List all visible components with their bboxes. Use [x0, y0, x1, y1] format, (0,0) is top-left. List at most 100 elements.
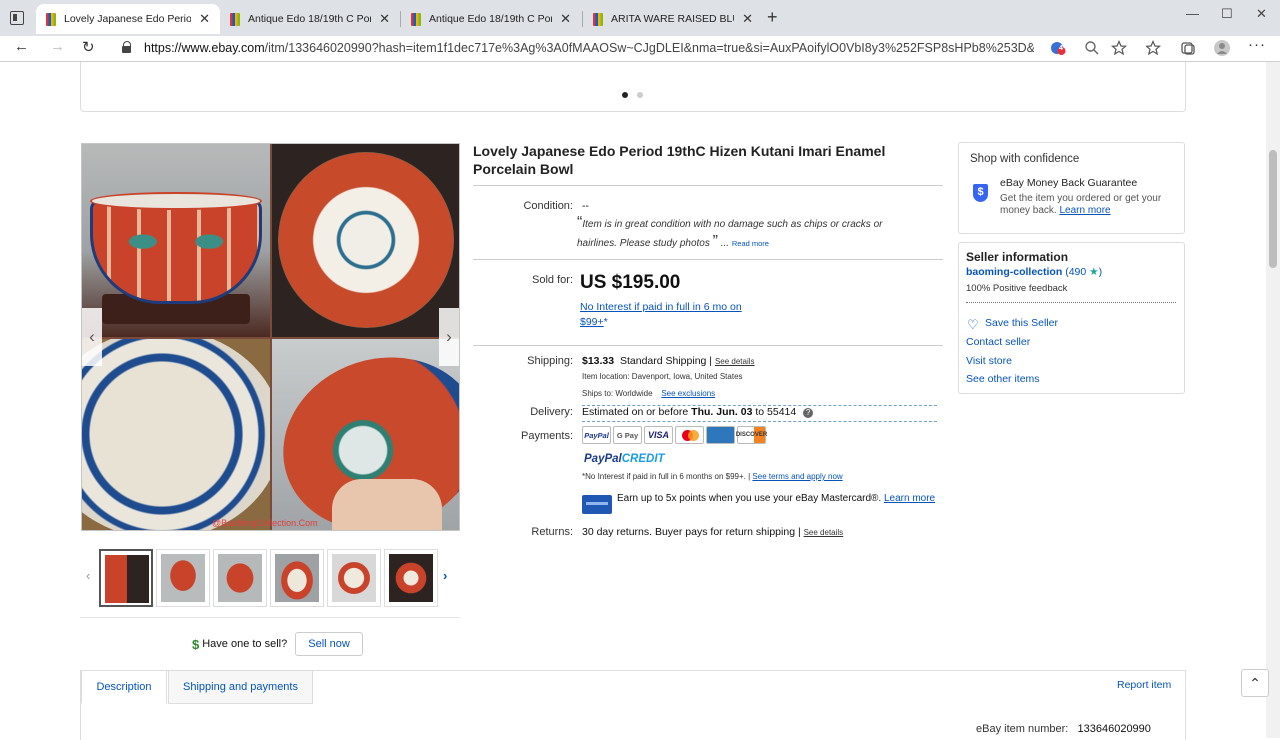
condition-note: “Item is in great condition with no dama… [577, 214, 883, 250]
tab-3[interactable]: Antique Edo 18/19th C Porcelain ✕ [401, 4, 581, 34]
thumb-prev-icon[interactable]: ‹ [86, 568, 90, 583]
returns-text: 30 day returns. Buyer pays for return sh… [582, 526, 796, 538]
delivery-label: Delivery: [530, 406, 573, 418]
mastercard-row: Earn up to 5x points when you use your e… [617, 492, 937, 506]
extension-icon[interactable]: 4 [1050, 40, 1066, 56]
no-interest-row: No Interest if paid in full in 6 mo on $… [580, 300, 770, 330]
visit-store-link[interactable]: Visit store [966, 355, 1012, 367]
address-bar-row: ← → ↻ https://www.ebay.com/itm/133646020… [0, 36, 1280, 62]
shipping-label: Shipping: [527, 355, 573, 367]
extension-badge: 4 [1059, 45, 1063, 52]
sold-for-label: Sold for: [532, 274, 573, 286]
bowl-rim [90, 192, 262, 210]
favorite-star-icon[interactable] [1110, 40, 1128, 56]
shield-icon: $ [973, 184, 988, 202]
payments-label: Payments: [521, 430, 573, 442]
contact-seller-link[interactable]: Contact seller [966, 336, 1030, 348]
learn-more-link[interactable]: Learn more [884, 493, 935, 504]
thumbnail[interactable] [156, 549, 210, 607]
delivery-date: Thu. Jun. 03 [691, 406, 753, 418]
report-item-link[interactable]: Report item [1117, 679, 1171, 691]
ebay-mastercard-icon [582, 495, 612, 514]
url-field[interactable]: https://www.ebay.com/itm/133646020990?ha… [144, 41, 1034, 55]
maximize-icon[interactable]: ☐ [1221, 6, 1233, 22]
see-exclusions-link[interactable]: See exclusions [661, 389, 715, 398]
sell-prompt: Have one to sell? [202, 638, 288, 650]
photo-bowl-foot [82, 339, 270, 530]
main-image[interactable]: @BaoMingCollection.Com [81, 143, 460, 531]
new-tab-icon[interactable]: + [767, 7, 778, 28]
guarantee-text-row: Get the item you ordered or get your mon… [1000, 193, 1180, 217]
save-seller-link[interactable]: Save this Seller [985, 317, 1058, 329]
thumbnail[interactable] [327, 549, 381, 607]
ebay-favicon-icon [46, 12, 56, 26]
carousel-container [80, 62, 1186, 112]
thumbnail-image [332, 554, 376, 602]
url-path: /itm/133646020990?hash=item1f1dec717e%3A… [264, 41, 1034, 55]
ebay-favicon-icon [230, 12, 240, 26]
tab-2[interactable]: Antique Edo 18/19th C Porcelain ✕ [220, 4, 400, 34]
collections-icon[interactable] [1180, 40, 1196, 56]
tab-shipping-payments[interactable]: Shipping and payments [168, 670, 313, 704]
paypal-credit-logo: PayPalCREDIT [584, 453, 665, 465]
minimize-icon[interactable]: — [1186, 6, 1199, 21]
sell-now-button[interactable]: Sell now [295, 632, 363, 656]
carousel-dot[interactable] [637, 92, 643, 98]
forward-icon[interactable]: → [50, 38, 65, 55]
condition-value: -- [582, 200, 589, 212]
thumbnail[interactable] [384, 549, 438, 607]
photo-bowl-interior [272, 144, 459, 337]
close-tab-icon[interactable]: ✕ [742, 11, 753, 27]
seller-name-row: baoming-collection (490 ★) [966, 266, 1103, 278]
refresh-icon[interactable]: ↻ [82, 38, 95, 56]
info-icon[interactable]: ? [803, 408, 814, 418]
favorites-icon[interactable] [1144, 40, 1162, 56]
thumbnail[interactable] [99, 549, 153, 607]
scrollbar-thumb[interactable] [1269, 150, 1277, 268]
visa-icon: VISA [644, 426, 673, 444]
carousel-dot-active[interactable] [622, 92, 628, 98]
shipping-see-details-link[interactable]: See details [715, 357, 755, 366]
item-location: Item location: Davenport, Iowa, United S… [582, 372, 743, 381]
paypal-credit-a: PayPal [584, 453, 622, 465]
close-tab-icon[interactable]: ✕ [199, 11, 210, 27]
tab-description[interactable]: Description [81, 670, 167, 704]
tab-1[interactable]: Lovely Japanese Edo Period 19th ✕ [36, 4, 220, 34]
tab-4[interactable]: ARITA WARE RAISED BLUE & WH ✕ [583, 4, 763, 34]
ships-to: Ships to: Worldwide [582, 389, 653, 398]
back-to-top-button[interactable]: ⌃ [1241, 669, 1269, 697]
seller-name-link[interactable]: baoming-collection [966, 266, 1062, 278]
see-other-items-link[interactable]: See other items [966, 373, 1040, 385]
thumb-next-icon[interactable]: › [443, 568, 447, 583]
thumbnail-strip: ‹ › [80, 548, 460, 608]
shipping-row: $13.33 Standard Shipping | See details [582, 355, 755, 367]
positive-feedback: 100% Positive feedback [966, 283, 1068, 294]
shipping-price: $13.33 [582, 355, 615, 367]
next-image-button[interactable]: › [439, 308, 459, 366]
heart-icon[interactable]: ♡ [967, 317, 979, 333]
scrollbar[interactable] [1266, 62, 1280, 738]
close-tab-icon[interactable]: ✕ [379, 11, 390, 27]
lock-icon[interactable] [122, 41, 132, 54]
feedback-score[interactable]: 490 [1069, 266, 1087, 278]
read-more-link[interactable]: Read more [732, 239, 769, 248]
profile-avatar-icon[interactable] [1214, 40, 1230, 56]
thumbnail-image [389, 554, 433, 602]
prev-image-button[interactable]: ‹ [82, 308, 102, 366]
item-number-row: eBay item number: 133646020990 [976, 723, 1151, 735]
returns-see-details-link[interactable]: See details [804, 528, 844, 537]
back-icon[interactable]: ← [14, 38, 29, 55]
thumbnail[interactable] [270, 549, 324, 607]
photo-bowl-in-hand [272, 339, 459, 530]
zoom-icon[interactable] [1084, 40, 1100, 56]
more-menu-icon[interactable]: ··· [1248, 36, 1266, 53]
thumbnail[interactable] [213, 549, 267, 607]
seller-heading: Seller information [966, 250, 1069, 264]
see-terms-link[interactable]: See terms and apply now [752, 472, 842, 481]
tab-actions-icon[interactable] [10, 11, 24, 25]
item-number-label: eBay item number: [976, 723, 1069, 735]
close-tab-icon[interactable]: ✕ [560, 11, 571, 27]
guarantee-learn-more-link[interactable]: Learn more [1059, 205, 1110, 216]
tab-title: Antique Edo 18/19th C Porcelain [429, 13, 552, 25]
window-close-icon[interactable]: ✕ [1256, 6, 1267, 22]
